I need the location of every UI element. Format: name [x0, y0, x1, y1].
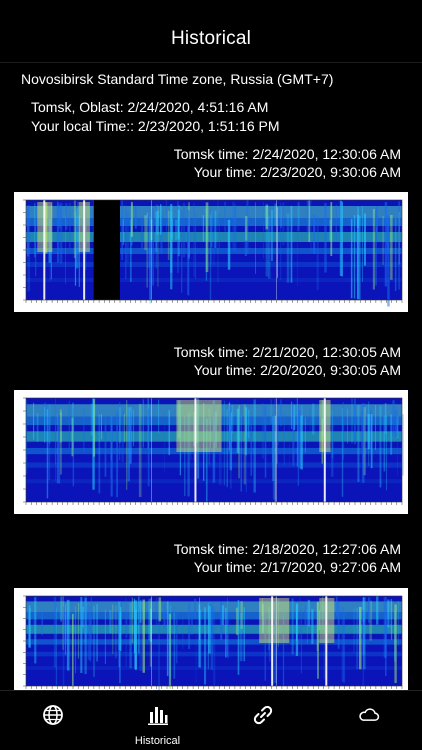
tab-historical[interactable]: Historical: [105, 691, 210, 750]
app-screen: Historical Novosibirsk Standard Time zon…: [0, 0, 422, 750]
cloud-icon: [358, 708, 379, 721]
spectrogram-image-3[interactable]: [14, 588, 408, 690]
tab-bar: Historical: [0, 690, 422, 750]
entry-times-2: Tomsk time: 2/21/2020, 12:30:05 AM Your …: [174, 343, 401, 379]
spectrogram-graphic: [23, 397, 404, 505]
user-local-time: Your local Time:: 2/23/2020, 1:51:16 PM: [31, 118, 280, 134]
entry-times-1: Tomsk time: 2/24/2020, 12:30:06 AM Your …: [174, 145, 401, 181]
entry-tomsk-time: Tomsk time: 2/24/2020, 12:30:06 AM: [173, 146, 401, 162]
spectrogram-image-2[interactable]: [14, 390, 408, 514]
timezone-label: Novosibirsk Standard Time zone, Russia (…: [21, 71, 334, 87]
entry-your-time: Your time: 2/20/2020, 9:30:05 AM: [193, 362, 401, 378]
spectrogram-image-1[interactable]: [14, 192, 408, 312]
spectrogram-graphic: [23, 595, 403, 690]
link-icon: [253, 705, 272, 725]
page-title: Historical: [170, 28, 252, 49]
tab-label: Historical: [134, 735, 181, 747]
nav-header: Historical: [0, 0, 422, 63]
entry-your-time: Your time: 2/17/2020, 9:27:06 AM: [193, 559, 401, 575]
globe-icon: [42, 705, 63, 725]
bar-chart-icon: [147, 707, 168, 725]
entry-tomsk-time: Tomsk time: 2/21/2020, 12:30:05 AM: [173, 344, 401, 360]
tab-links[interactable]: [210, 691, 315, 750]
historical-scroll-view[interactable]: Novosibirsk Standard Time zone, Russia (…: [0, 62, 422, 690]
entry-your-time: Your time: 2/23/2020, 9:30:06 AM: [193, 164, 401, 180]
entry-tomsk-time: Tomsk time: 2/18/2020, 12:27:06 AM: [173, 541, 401, 557]
tab-weather[interactable]: [316, 691, 421, 750]
tab-globe[interactable]: [0, 691, 105, 750]
spectrogram-graphic: [23, 199, 403, 307]
entry-times-3: Tomsk time: 2/18/2020, 12:27:06 AM Your …: [174, 540, 401, 576]
tomsk-local-time: Tomsk, Oblast: 2/24/2020, 4:51:16 AM: [31, 99, 269, 115]
